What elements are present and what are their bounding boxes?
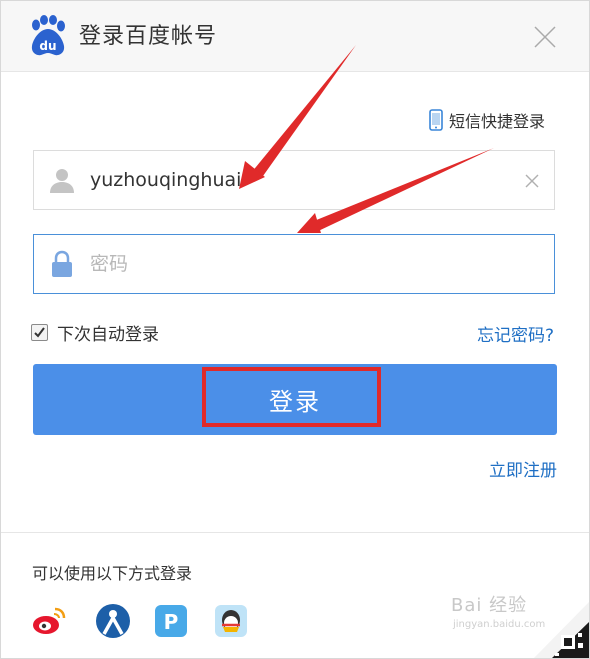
sms-login-label: 短信快捷登录 <box>449 112 546 131</box>
divider <box>1 532 589 533</box>
lock-icon <box>52 250 72 277</box>
username-field[interactable] <box>33 150 555 210</box>
user-icon <box>50 169 74 193</box>
remember-me[interactable]: 下次自动登录 <box>31 320 159 345</box>
baidu-logo-icon: du <box>31 15 65 56</box>
remember-checkbox[interactable] <box>31 324 48 341</box>
watermark-url: jingyan.baidu.com <box>453 619 546 630</box>
password-input[interactable] <box>90 245 510 283</box>
renren-icon[interactable] <box>95 603 131 639</box>
remember-label: 下次自动登录 <box>57 325 159 345</box>
qr-code-icon[interactable] <box>533 601 590 659</box>
watermark-text: Bai 经验 <box>451 595 528 616</box>
register-link[interactable]: 立即注册 <box>489 456 557 481</box>
svg-text:P: P <box>164 610 179 634</box>
phone-icon <box>429 109 443 131</box>
dialog-title: 登录百度帐号 <box>79 24 218 49</box>
check-icon <box>34 327 45 338</box>
username-input[interactable] <box>90 161 510 199</box>
login-dialog: du 登录百度帐号 短信快捷登录 yuzhouqinghuai 下次自动登录 忘… <box>0 0 590 659</box>
weibo-icon[interactable] <box>31 603 67 639</box>
qq-icon[interactable] <box>213 603 249 639</box>
close-icon[interactable] <box>533 25 557 49</box>
svg-text:du: du <box>39 39 56 53</box>
login-button[interactable]: 登录 <box>33 364 557 435</box>
other-login-label: 可以使用以下方式登录 <box>32 564 193 583</box>
clear-icon[interactable] <box>524 173 540 189</box>
dialog-header: du 登录百度帐号 <box>1 1 589 72</box>
sms-login-link[interactable]: 短信快捷登录 <box>429 108 545 132</box>
password-field[interactable] <box>33 234 555 294</box>
pass-icon[interactable]: P <box>153 603 189 639</box>
forgot-password-link[interactable]: 忘记密码? <box>477 321 554 346</box>
